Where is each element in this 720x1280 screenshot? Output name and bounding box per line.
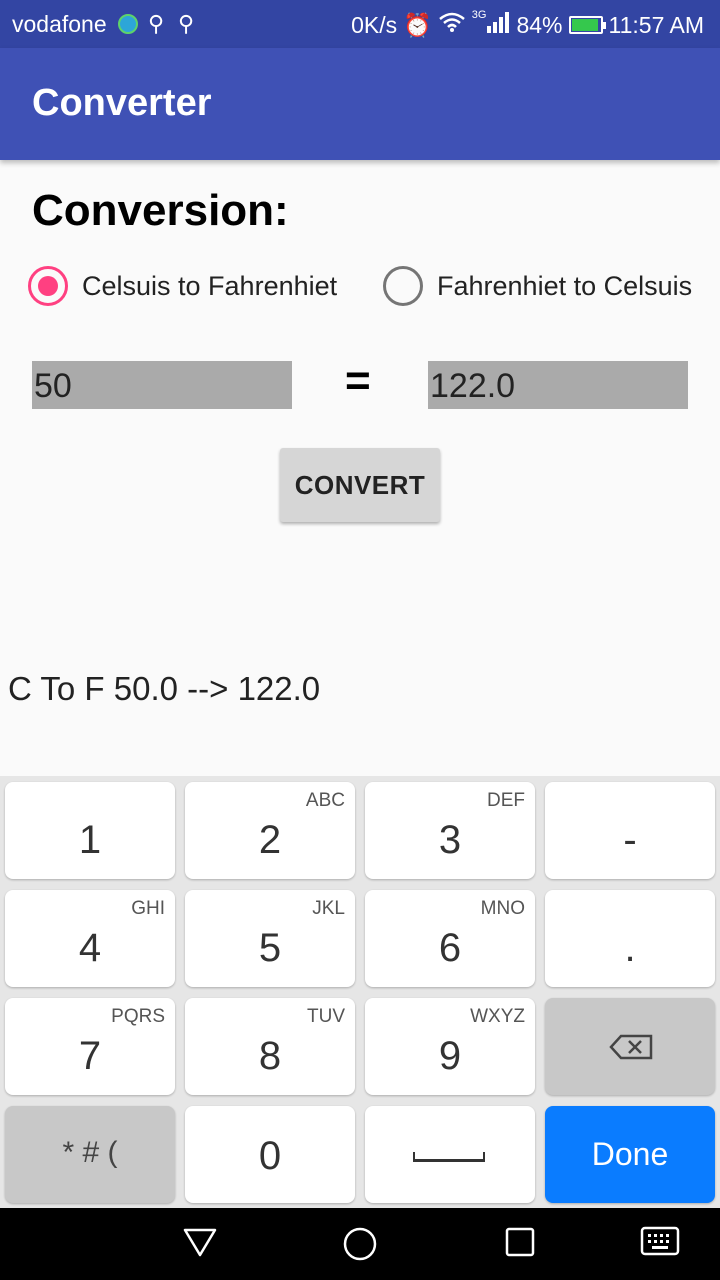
battery-percent: 84%	[516, 11, 563, 38]
done-key[interactable]: Done	[545, 1106, 715, 1203]
app-bar: Converter	[0, 48, 720, 160]
usb-icon: ⚲	[148, 11, 165, 36]
wifi-icon	[438, 11, 466, 39]
radio-f2c-option[interactable]: Fahrenhiet to Celsuis	[383, 266, 692, 306]
radio-c2f-option[interactable]: Celsuis to Fahrenhiet	[28, 266, 337, 306]
clock: 11:57 AM	[608, 11, 704, 38]
key-label: 8	[258, 1034, 282, 1078]
key-sub-label: ABC	[305, 790, 345, 811]
usb-icon: ⚲	[178, 11, 195, 36]
key-label: -	[623, 818, 637, 862]
key-label: 2	[258, 818, 282, 862]
key-label: 5	[258, 926, 282, 970]
key-sub-label: JKL	[312, 898, 345, 919]
key-9[interactable]: WXYZ 9	[365, 998, 535, 1095]
key-8[interactable]: TUV 8	[185, 998, 355, 1095]
key-label: 1	[78, 818, 102, 862]
keyboard-icon[interactable]	[640, 1226, 680, 1256]
space-icon	[413, 1152, 485, 1162]
key-label: 0	[258, 1134, 282, 1178]
symbols-key[interactable]: * # (	[5, 1106, 175, 1203]
key-sub-label: DEF	[487, 790, 525, 811]
backspace-icon	[609, 1034, 653, 1060]
key-3[interactable]: DEF 3	[365, 782, 535, 879]
globe-icon	[118, 14, 138, 34]
space-key[interactable]	[365, 1106, 535, 1203]
carrier-name: vodafone	[12, 11, 107, 37]
home-circle-icon[interactable]	[342, 1226, 378, 1262]
status-bar: vodafone ⚲ ⚲ 0K/s ⏰ 3G 84% 11:57 AM	[0, 0, 720, 48]
key-label: 6	[438, 926, 462, 970]
key-label: .	[624, 926, 636, 970]
key-4[interactable]: GHI 4	[5, 890, 175, 987]
app-title: Converter	[32, 82, 212, 124]
key-period[interactable]: .	[545, 890, 715, 987]
key-label: 4	[78, 926, 102, 970]
signal-icon	[486, 11, 510, 39]
input-field[interactable]: 50	[32, 361, 292, 409]
key-2[interactable]: ABC 2	[185, 782, 355, 879]
output-field[interactable]: 122.0	[428, 361, 688, 409]
radio-button-checked[interactable]	[28, 266, 68, 306]
radio-button-unchecked[interactable]	[383, 266, 423, 306]
convert-button[interactable]: CONVERT	[280, 448, 440, 522]
key-sub-label: PQRS	[111, 1006, 165, 1027]
conversion-heading: Conversion:	[32, 186, 289, 235]
alarm-icon: ⏰	[403, 11, 432, 38]
key-label: Done	[591, 1136, 669, 1172]
key-sub-label: GHI	[131, 898, 165, 919]
backspace-key[interactable]	[545, 998, 715, 1095]
key-5[interactable]: JKL 5	[185, 890, 355, 987]
equals-sign: =	[345, 356, 371, 405]
key-label: 7	[78, 1034, 102, 1078]
key-label: * # (	[62, 1136, 118, 1169]
key-label: 3	[438, 818, 462, 862]
battery-icon	[568, 16, 606, 34]
radio-f2c-label: Fahrenhiet to Celsuis	[437, 270, 693, 301]
back-triangle-icon[interactable]	[182, 1226, 218, 1258]
key-0[interactable]: 0	[185, 1106, 355, 1203]
key-7[interactable]: PQRS 7	[5, 998, 175, 1095]
key-sub-label: WXYZ	[470, 1006, 525, 1027]
recents-square-icon[interactable]	[504, 1226, 536, 1258]
network-type: 3G	[471, 9, 487, 21]
key-6[interactable]: MNO 6	[365, 890, 535, 987]
result-text: C To F 50.0 --> 122.0	[8, 670, 321, 707]
key-minus[interactable]: -	[545, 782, 715, 879]
key-label: 9	[438, 1034, 462, 1078]
numeric-keyboard: 1 ABC 2 DEF 3 - GHI 4 JKL 5 MNO 6 . PQRS…	[0, 776, 720, 1208]
key-sub-label: MNO	[480, 898, 525, 919]
navigation-bar	[0, 1208, 720, 1280]
network-speed: 0K/s	[351, 11, 398, 38]
radio-c2f-label: Celsuis to Fahrenhiet	[82, 270, 338, 301]
key-sub-label: TUV	[307, 1006, 345, 1027]
key-1[interactable]: 1	[5, 782, 175, 879]
